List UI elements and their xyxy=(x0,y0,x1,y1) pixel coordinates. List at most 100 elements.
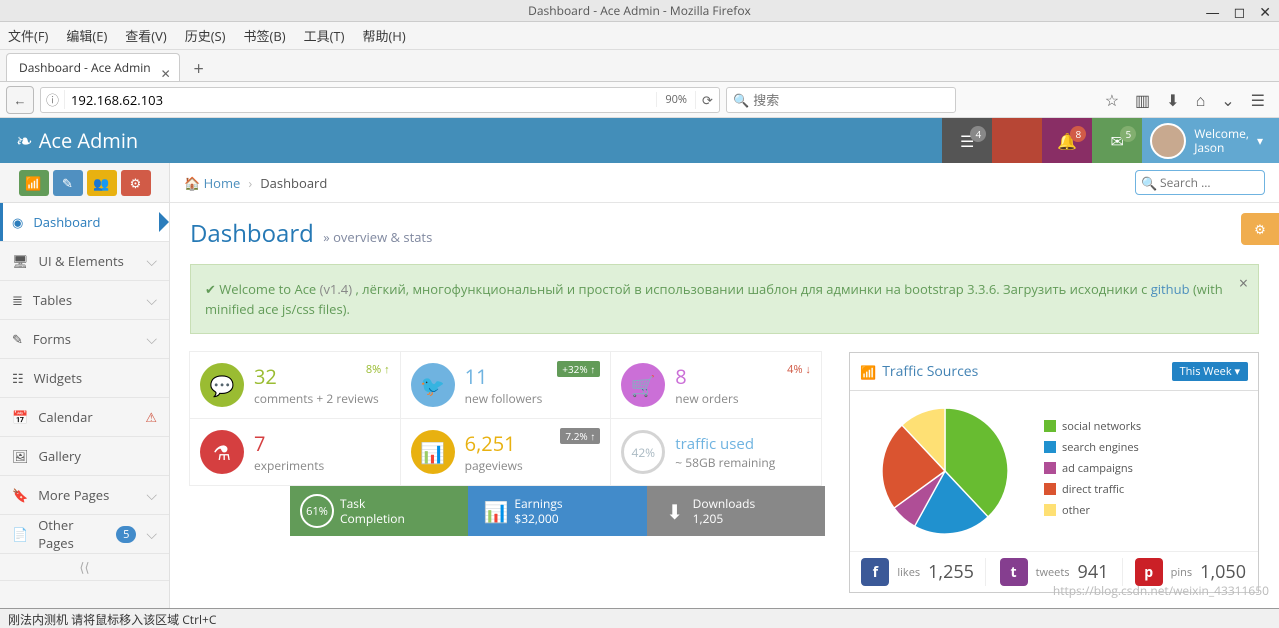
tasks-button[interactable]: ☰ 4 xyxy=(942,118,992,163)
big-button[interactable]: ⬇Downloads1,205 xyxy=(647,486,825,536)
maximize-icon[interactable]: ◻ xyxy=(1234,2,1246,24)
period-select[interactable]: This Week ▾ xyxy=(1172,362,1248,381)
alert-close-icon[interactable]: × xyxy=(1239,273,1248,293)
chevron-down-icon: ⌵ xyxy=(146,252,157,271)
home-icon: 🏠 xyxy=(184,174,200,192)
sidebar-item-ui-elements[interactable]: 🖥UI & Elements⌵ xyxy=(0,242,169,281)
social-label: pins xyxy=(1171,565,1193,580)
pocket-icon[interactable]: ⌄ xyxy=(1221,89,1234,111)
home-icon[interactable]: ⌂ xyxy=(1196,89,1206,111)
search-input[interactable] xyxy=(753,91,949,109)
sidebar-item-widgets[interactable]: ☷Widgets xyxy=(0,359,169,398)
social-icon: f xyxy=(861,558,889,586)
infobox-label: new followers xyxy=(465,390,543,407)
main-content: ⚙ 🏠 Home › Dashboard 🔍 Dashboard » overv… xyxy=(170,163,1279,608)
new-tab-button[interactable]: + xyxy=(184,57,214,81)
menu-edit[interactable]: 编辑(E) xyxy=(66,26,107,45)
sidebar-item-other-pages[interactable]: 📄Other Pages5⌵ xyxy=(0,515,169,554)
url-input[interactable] xyxy=(65,91,656,109)
settings-cog-button[interactable]: ⚙ xyxy=(1241,213,1279,245)
widget-title: Traffic Sources xyxy=(882,362,978,381)
chevron-down-icon: ⌵ xyxy=(146,330,157,349)
nav-icon: 🖼 xyxy=(12,447,29,465)
shortcut-edit[interactable]: ✎ xyxy=(53,170,83,196)
brand[interactable]: ❧ Ace Admin xyxy=(0,127,154,154)
button-icon: 📊 xyxy=(478,498,514,525)
os-menu-bar: 文件(F) 编辑(E) 查看(V) 历史(S) 书签(B) 工具(T) 帮助(H… xyxy=(0,22,1279,50)
sidebar-item-forms[interactable]: ✎Forms⌵ xyxy=(0,320,169,359)
nav-icon: 🖥 xyxy=(12,252,29,270)
minimize-icon[interactable]: — xyxy=(1206,2,1220,24)
brand-text: Ace Admin xyxy=(39,127,138,154)
nav-label: Widgets xyxy=(34,369,82,387)
menu-tools[interactable]: 工具(T) xyxy=(304,26,345,45)
reload-icon[interactable]: ⟳ xyxy=(695,91,719,109)
mail-button[interactable]: ✉ 5 xyxy=(1092,118,1142,163)
library-icon[interactable]: ▥ xyxy=(1135,89,1150,111)
button-icon: ⬇ xyxy=(657,498,693,525)
notif-badge: 8 xyxy=(1070,126,1086,142)
legend-swatch xyxy=(1044,441,1056,453)
big-button[interactable]: 📊Earnings$32,000 xyxy=(468,486,646,536)
hamburger-icon[interactable]: ☰ xyxy=(1251,89,1265,111)
bookmark-star-icon[interactable]: ☆ xyxy=(1105,89,1119,111)
back-button[interactable]: ← xyxy=(6,86,34,114)
user-menu[interactable]: Welcome, Jason ▾ xyxy=(1142,118,1279,163)
breadcrumb-home[interactable]: Home xyxy=(204,174,241,192)
shortcut-settings[interactable]: ⚙ xyxy=(121,170,151,196)
big-button[interactable]: 61%TaskCompletion xyxy=(290,486,468,536)
site-info-icon[interactable]: ⓘ xyxy=(41,90,65,109)
downloads-icon[interactable]: ⬇ xyxy=(1166,89,1179,111)
url-bar: ← ⓘ 90% ⟳ 🔍 ☆ ▥ ⬇ ⌂ ⌄ ☰ xyxy=(0,82,1279,118)
sidebar: 📶 ✎ 👥 ⚙ ◉Dashboard🖥UI & Elements⌵≣Tables… xyxy=(0,163,170,608)
legend-label: social networks xyxy=(1062,419,1141,434)
infobox-number: 7 xyxy=(254,430,324,457)
social-label: tweets xyxy=(1036,565,1070,580)
tab-title: Dashboard - Ace Admin xyxy=(19,59,151,76)
infobox: 📊6,251pageviews7.2% ↑ xyxy=(400,418,612,486)
stat-badge: +32% ↑ xyxy=(557,362,600,377)
address-bar[interactable]: ⓘ 90% ⟳ xyxy=(40,87,720,113)
infobox-number: 32 xyxy=(254,363,379,390)
infobox-label: comments + 2 reviews xyxy=(254,390,379,407)
infobox-icon: 📊 xyxy=(411,430,455,474)
progress-circle: 61% xyxy=(300,494,334,528)
warning-icon: ⚠ xyxy=(145,408,157,426)
alert-version: (v1.4) xyxy=(320,280,352,298)
notifications-button[interactable] xyxy=(992,118,1042,163)
close-icon[interactable]: ✕ xyxy=(1259,2,1271,24)
button-line1: Task xyxy=(340,496,405,511)
menu-help[interactable]: 帮助(H) xyxy=(362,26,405,45)
nav-label: More Pages xyxy=(38,486,109,504)
notif-button[interactable]: 🔔 8 xyxy=(1042,118,1092,163)
menu-bookmarks[interactable]: 书签(B) xyxy=(244,26,286,45)
infobox-label: ~ 58GB remaining xyxy=(675,454,775,471)
sidebar-collapse[interactable]: ⟨⟨ xyxy=(0,554,169,581)
menu-history[interactable]: 历史(S) xyxy=(185,26,226,45)
tab-close-icon[interactable]: ✕ xyxy=(161,60,171,88)
sidebar-item-tables[interactable]: ≣Tables⌵ xyxy=(0,281,169,320)
sidebar-item-dashboard[interactable]: ◉Dashboard xyxy=(0,203,169,242)
watermark: https://blog.csdn.net/weixin_43311650 xyxy=(1053,582,1269,599)
nav-label: Other Pages xyxy=(38,516,106,552)
shortcut-users[interactable]: 👥 xyxy=(87,170,117,196)
nav-label: Forms xyxy=(33,330,71,348)
signal-icon: 📶 xyxy=(860,363,876,381)
stat: 4% ↓ xyxy=(787,362,811,377)
button-line2: $32,000 xyxy=(514,511,562,526)
breadcrumb-sep: › xyxy=(248,174,252,192)
sidebar-item-calendar[interactable]: 📅Calendar⚠ xyxy=(0,398,169,437)
shortcut-stats[interactable]: 📶 xyxy=(19,170,49,196)
legend-label: search engines xyxy=(1062,440,1139,455)
search-bar[interactable]: 🔍 xyxy=(726,87,956,113)
count-badge: 5 xyxy=(116,526,136,543)
sidebar-item-gallery[interactable]: 🖼Gallery xyxy=(0,437,169,476)
zoom-level[interactable]: 90% xyxy=(656,92,695,107)
social-number: 1,255 xyxy=(928,560,974,584)
sidebar-item-more-pages[interactable]: 🔖More Pages⌵ xyxy=(0,476,169,515)
alert-github-link[interactable]: github xyxy=(1151,280,1190,298)
browser-tab[interactable]: Dashboard - Ace Admin ✕ xyxy=(6,53,180,81)
menu-file[interactable]: 文件(F) xyxy=(8,26,48,45)
menu-view[interactable]: 查看(V) xyxy=(125,26,166,45)
infobox-number: 6,251 xyxy=(465,430,523,457)
